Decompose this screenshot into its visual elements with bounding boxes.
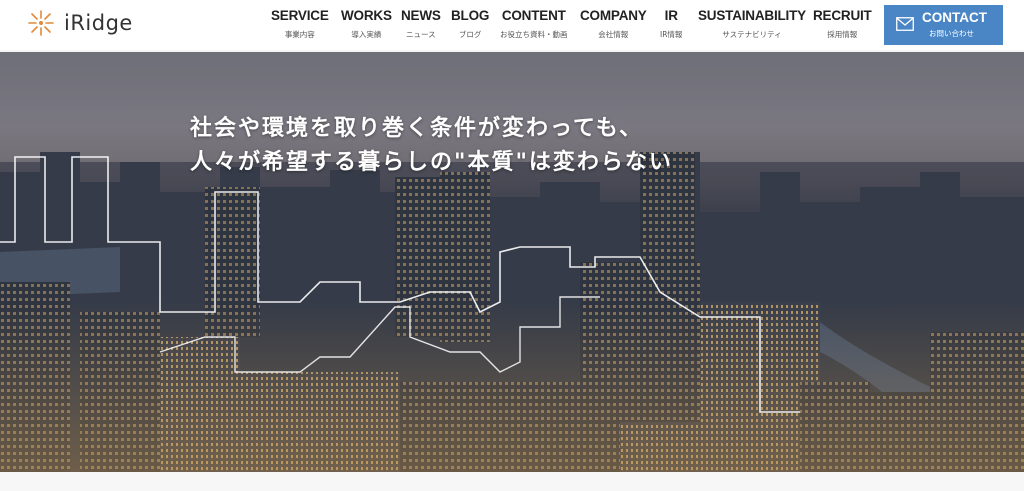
nav-company[interactable]: COMPANY 会社情報 [580,6,647,41]
nav-news[interactable]: NEWS ニュース [401,6,441,41]
nav-label: SUSTAINABILITY [698,8,806,23]
nav-sublabel: IR情報 [660,30,683,39]
nav-recruit[interactable]: RECRUIT 採用情報 [813,6,872,41]
contact-button[interactable]: CONTACT お問い合わせ [884,5,1003,45]
nav-sublabel: 導入実績 [351,30,382,39]
nav-label: IR [664,8,678,23]
hero-headline-line-1: 社会や環境を取り巻く条件が変わっても、 [190,116,644,141]
nav-label: CONTENT [501,8,566,23]
contact-sublabel: お問い合わせ [929,29,974,38]
nav-label: WORKS [341,8,392,23]
nav-works[interactable]: WORKS 導入実績 [341,6,392,41]
nav-sublabel: お役立ち資料・動画 [500,30,568,39]
nav-ir[interactable]: IR IR情報 [660,6,682,41]
page-bottom-strip [0,472,1024,491]
nav-label: BLOG [451,8,490,23]
nav-sublabel: 採用情報 [827,30,858,39]
nav-sublabel: 事業内容 [284,30,315,39]
nav-sublabel: 会社情報 [598,30,629,39]
nav-blog[interactable]: BLOG ブログ [451,6,489,41]
hero-image: 社会や環境を取り巻く条件が変わっても、 人々が希望する暮らしの"本質"は変わらな… [0,52,1024,472]
main-nav: SERVICE 事業内容 WORKS 導入実績 NEWS ニュース BLOG ブ… [0,6,1024,46]
nav-service[interactable]: SERVICE 事業内容 [271,6,329,41]
mail-icon [896,17,914,31]
site-header: iRidge SERVICE 事業内容 WORKS 導入実績 NEWS ニュース… [0,0,1024,50]
hero-headline-line-2: 人々が希望する暮らしの"本質"は変わらない [190,150,673,175]
nav-label: NEWS [401,8,441,23]
nav-sublabel: ブログ [458,30,482,39]
nav-label: COMPANY [580,8,647,23]
hero-headline: 社会や環境を取り巻く条件が変わっても、 人々が希望する暮らしの"本質"は変わらな… [190,112,673,180]
nav-sublabel: ニュース [406,30,436,39]
nav-label: SERVICE [271,8,329,23]
nav-label: RECRUIT [813,8,872,23]
nav-sustainability[interactable]: SUSTAINABILITY サステナビリティ [698,6,806,41]
nav-content[interactable]: CONTENT お役立ち資料・動画 [500,6,568,41]
nav-sublabel: サステナビリティ [722,30,782,39]
contact-label: CONTACT [922,10,987,25]
